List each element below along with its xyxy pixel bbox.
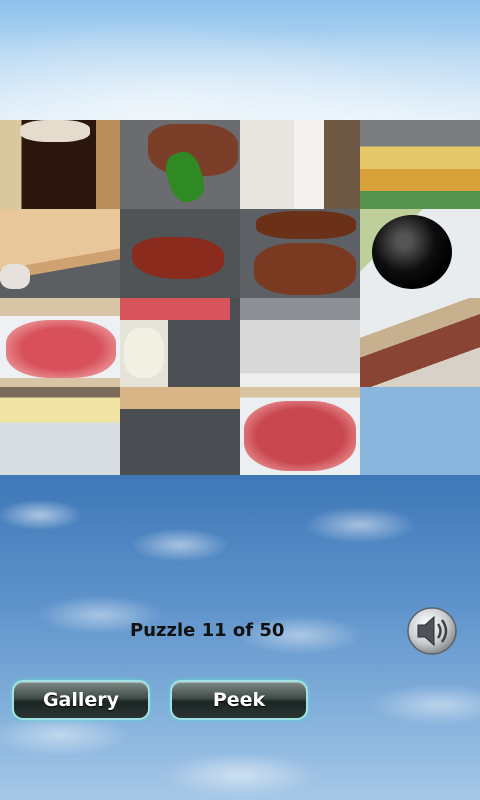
puzzle-tile[interactable] xyxy=(120,298,240,387)
puzzle-tile[interactable] xyxy=(0,209,120,298)
empty-slot xyxy=(360,387,480,476)
puzzle-tile[interactable] xyxy=(360,298,480,387)
peek-button[interactable]: Peek xyxy=(170,680,308,720)
puzzle-tile[interactable] xyxy=(120,387,240,476)
puzzle-tile[interactable] xyxy=(360,120,480,209)
puzzle-tile[interactable] xyxy=(240,298,360,387)
sky-background xyxy=(0,0,480,120)
sound-toggle-button[interactable] xyxy=(406,606,458,656)
speaker-icon xyxy=(407,607,457,655)
puzzle-tile[interactable] xyxy=(240,387,360,476)
puzzle-tile[interactable] xyxy=(240,120,360,209)
gallery-button[interactable]: Gallery xyxy=(12,680,150,720)
puzzle-tile[interactable] xyxy=(0,387,120,476)
puzzle-progress-label: Puzzle 11 of 50 xyxy=(130,620,285,641)
puzzle-tile[interactable] xyxy=(0,120,120,209)
puzzle-board xyxy=(0,120,480,476)
puzzle-tile[interactable] xyxy=(0,298,120,387)
puzzle-tile[interactable] xyxy=(120,209,240,298)
puzzle-tile[interactable] xyxy=(360,209,480,298)
puzzle-tile[interactable] xyxy=(120,120,240,209)
puzzle-tile[interactable] xyxy=(240,209,360,298)
